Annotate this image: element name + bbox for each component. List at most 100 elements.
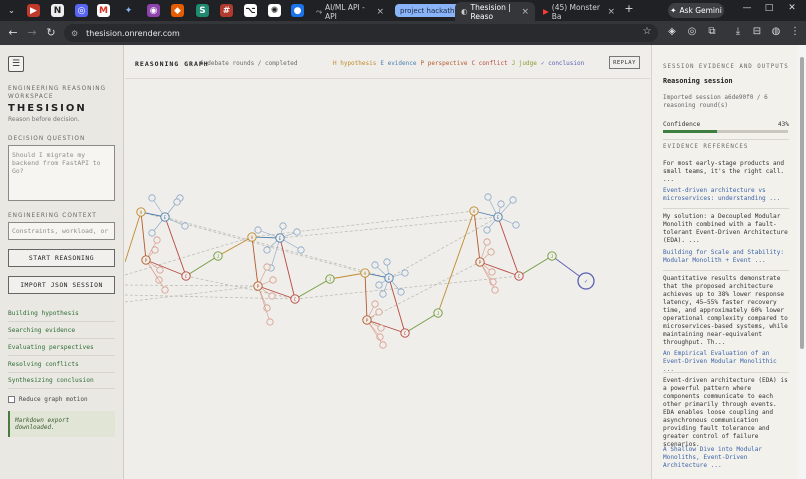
workspace-label: ENGINEERING REASONING WORKSPACE (8, 86, 107, 100)
graph-legend: H hypothesis E evidence P perspective C con… (333, 60, 584, 67)
close-icon[interactable]: × (521, 7, 529, 17)
graph-link (140, 211, 147, 261)
tab-app-icon[interactable]: ● (291, 4, 304, 17)
graph-node-label: P (479, 260, 482, 266)
graph-leaf-node (173, 198, 181, 206)
graph-leaf-node (161, 286, 169, 294)
evidence-link[interactable]: Event-driven architecture vs microservic… (663, 187, 791, 203)
tab-notion-icon[interactable]: N (51, 4, 64, 17)
reduce-motion-checkbox[interactable] (8, 396, 15, 403)
decision-question-label: DECISION QUESTION (8, 136, 86, 142)
extensions-puzzle-icon[interactable]: ⧉ (705, 26, 719, 37)
graph-link (257, 285, 296, 300)
graph-leaf-node (491, 286, 499, 294)
graph-leaf-node (181, 222, 189, 230)
evidence-link[interactable]: A Shallow Dive into Modular Monoliths, E… (663, 446, 791, 470)
tab-app-icon[interactable]: S (196, 4, 209, 17)
tab-discord-icon[interactable]: ◎ (75, 4, 88, 17)
confidence-bar (663, 130, 788, 133)
browser-tab-strip: ⌄ ▶ N ◎ M ✦ ◉ ◆ S # ⌥ ✺ ● ⤳ AI/ML API - … (0, 0, 806, 21)
legend-item: C conflict (471, 60, 508, 67)
download-icon[interactable]: ⤓ (731, 26, 745, 37)
forward-icon[interactable]: → (25, 26, 39, 39)
graph-leaf-node (383, 258, 391, 266)
graph-leaf-node (263, 263, 271, 271)
graph-leaf-node (509, 196, 517, 204)
divider (663, 139, 789, 140)
divider (663, 372, 789, 373)
menu-kebab-icon[interactable]: ⋮ (788, 26, 802, 37)
start-reasoning-button[interactable]: START REASONING (8, 249, 115, 267)
tab-gemini-icon[interactable]: ✦ (122, 4, 135, 17)
menu-hamburger-icon[interactable]: ☰ (8, 56, 24, 72)
evidence-link[interactable]: An Empirical Evaluation of an Event-Driv… (663, 350, 791, 374)
graph-node-label: H (140, 210, 143, 216)
tab-search-icon[interactable]: ⊟ (750, 26, 764, 37)
tab-thesision[interactable]: ◐ Thesision | Reaso × (455, 2, 535, 21)
graph-link (366, 319, 406, 334)
graph-leaf-node (371, 300, 379, 308)
reasoning-graph[interactable]: H E P C J H E P C J H E P C J H E P C J ✓ (125, 80, 650, 479)
graph-node-label: E (497, 215, 500, 221)
graph-leaf-link (257, 285, 271, 323)
graph-leaf-node (151, 246, 159, 254)
graph-header: REASONING GRAPH 6 debate rounds / comple… (125, 45, 650, 79)
legend-item: ✓ conclusion (540, 60, 585, 67)
graph-link (518, 255, 553, 277)
reduce-motion-toggle[interactable]: Reduce graph motion (8, 396, 88, 403)
sidebar: ☰ ENGINEERING REASONING WORKSPACE THESIS… (0, 45, 124, 479)
tab-youtube-icon[interactable]: ▶ (27, 4, 40, 17)
tab-favicon-icon: ◐ (461, 7, 468, 16)
tab-app-icon[interactable]: # (220, 4, 233, 17)
avatar[interactable]: ◍ (769, 26, 783, 37)
graph-leaf-node (148, 229, 156, 237)
evidence-text: My solution: a Decoupled Modular Monolit… (663, 213, 788, 244)
graph-leaf-node (268, 292, 276, 300)
scrollbar-thumb[interactable] (800, 57, 804, 349)
confidence-value: 43% (778, 121, 789, 128)
graph-node-label: P (145, 258, 148, 264)
extension-icon[interactable]: ◎ (685, 26, 699, 37)
graph-leaf-node (148, 194, 156, 202)
import-json-button[interactable]: IMPORT JSON SESSION (8, 276, 115, 294)
bookmark-star-icon[interactable]: ☆ (640, 26, 654, 37)
stage-item: Evaluating perspectives (8, 344, 115, 356)
graph-link (404, 312, 439, 334)
ask-gemini-button[interactable]: ✦ Ask Gemini (668, 3, 724, 18)
evidence-text: For most early-stage products and small … (663, 160, 785, 183)
extension-icon[interactable]: ◈ (665, 26, 679, 37)
engineering-context-input[interactable]: Constraints, workload, or (8, 222, 115, 240)
maximize-icon[interactable]: □ (762, 3, 776, 13)
session-section-label: SESSION EVIDENCE AND OUTPUTS (663, 64, 789, 70)
graph-link (329, 272, 366, 280)
legend-item: P perspective (420, 60, 468, 67)
address-bar[interactable]: ⚙ thesision.onrender.com (64, 24, 658, 42)
tab-aiml-api[interactable]: ⤳ AI/ML API - API × (310, 2, 390, 21)
decision-question-input[interactable]: Should I migrate my backend from FastAPI… (8, 145, 115, 201)
evidence-link[interactable]: Building for Scale and Stability: Modula… (663, 249, 791, 265)
close-icon[interactable]: × (607, 7, 615, 17)
tab-monster[interactable]: ▶ (45) Monster Ba × (537, 2, 621, 21)
tab-chatgpt-icon[interactable]: ✺ (268, 4, 281, 17)
site-settings-icon[interactable]: ⚙ (71, 29, 78, 38)
tab-search-icon[interactable]: ⌄ (5, 4, 18, 17)
replay-button[interactable]: REPLAY (609, 56, 640, 69)
tab-app-icon[interactable]: ◆ (171, 4, 184, 17)
graph-leaf-node (375, 308, 383, 316)
graph-node-label: C (185, 274, 188, 280)
back-icon[interactable]: ← (6, 26, 20, 39)
tab-app-icon[interactable]: ◉ (147, 4, 160, 17)
graph-node-label: P (257, 284, 260, 290)
tab-github-icon[interactable]: ⌥ (244, 4, 257, 17)
close-icon[interactable]: × (376, 7, 384, 17)
stage-item: Searching evidence (8, 327, 115, 339)
graph-node-label: C (294, 297, 297, 303)
graph-panel: REASONING GRAPH 6 debate rounds / comple… (125, 45, 650, 479)
tab-gmail-icon[interactable]: M (97, 4, 110, 17)
legend-item: H hypothesis (333, 60, 377, 67)
graph-link (217, 236, 253, 257)
reload-icon[interactable]: ↻ (44, 26, 58, 39)
minimize-icon[interactable]: — (740, 3, 754, 13)
new-tab-icon[interactable]: + (622, 2, 636, 15)
close-window-icon[interactable]: ✕ (785, 3, 799, 13)
